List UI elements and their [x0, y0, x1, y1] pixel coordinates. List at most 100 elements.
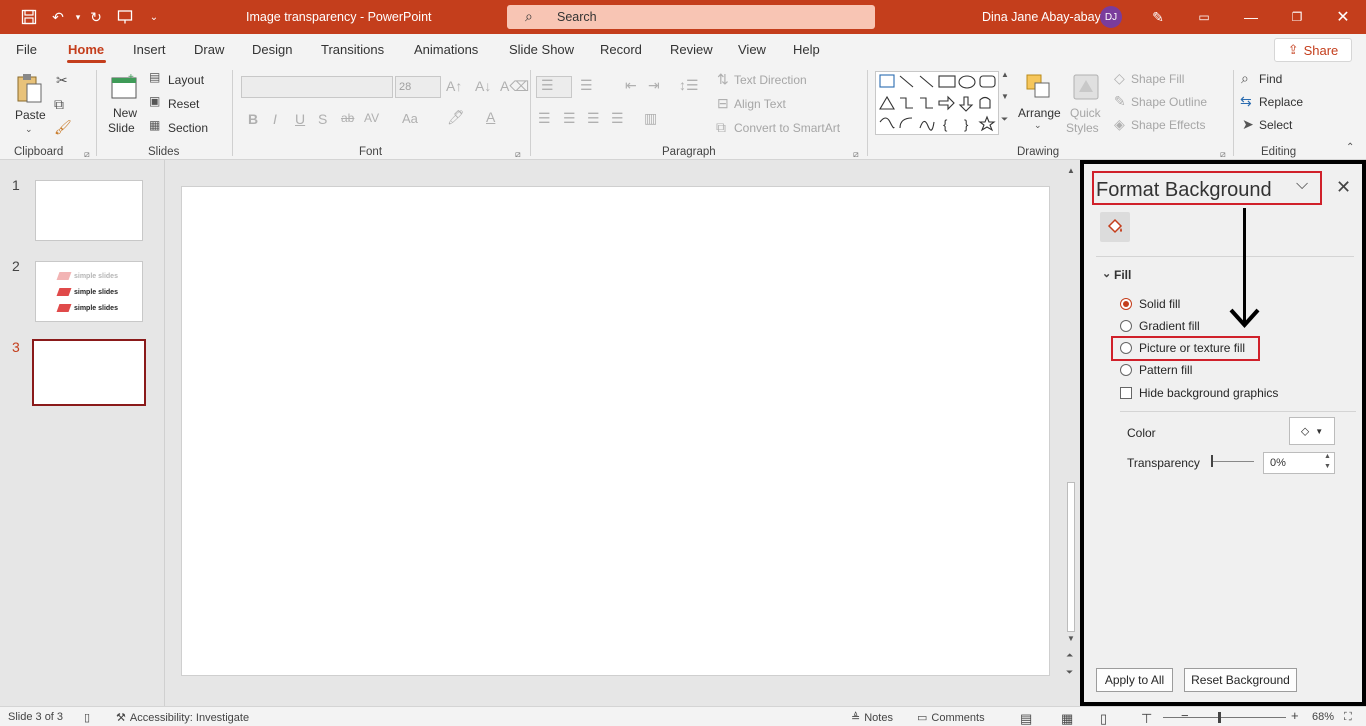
font-size-combo[interactable]: 28: [395, 76, 441, 98]
font-color-icon[interactable]: A: [486, 109, 495, 125]
notes-button[interactable]: ≜ Notes: [851, 711, 893, 725]
line-spacing-icon[interactable]: ↕☰: [679, 77, 699, 94]
fill-bucket-icon[interactable]: [1100, 212, 1130, 242]
fill-section-header[interactable]: ⌄ Fill: [1102, 268, 1131, 282]
slide-canvas[interactable]: [181, 186, 1050, 676]
reading-view-icon[interactable]: ▯: [1100, 711, 1107, 726]
italic-icon[interactable]: I: [273, 111, 277, 127]
shape-outline-button[interactable]: Shape Outline: [1131, 95, 1207, 109]
apply-to-all-button[interactable]: Apply to All: [1096, 668, 1173, 692]
tab-draw[interactable]: Draw: [194, 42, 224, 57]
spin-down-icon[interactable]: ▼: [1324, 463, 1331, 470]
spellcheck-icon[interactable]: ▯: [84, 711, 90, 724]
pen-icon[interactable]: ✎: [1148, 7, 1168, 27]
align-right-icon[interactable]: ☰: [587, 110, 600, 127]
underline-icon[interactable]: U: [295, 111, 305, 127]
restore-icon[interactable]: ❐: [1274, 0, 1320, 34]
share-button[interactable]: ⇪ Share: [1274, 38, 1352, 62]
tab-review[interactable]: Review: [670, 42, 713, 57]
clear-format-icon[interactable]: A⌫: [500, 78, 529, 95]
increase-indent-icon[interactable]: ⇥: [648, 77, 660, 94]
font-launcher-icon[interactable]: ⧄: [515, 149, 521, 160]
color-picker-button[interactable]: ⬦ ▼: [1289, 417, 1335, 445]
layout-button[interactable]: Layout: [168, 73, 204, 87]
scroll-down-icon[interactable]: ▼: [1067, 634, 1075, 643]
slide-thumbnail-3[interactable]: [32, 339, 146, 406]
pane-divider[interactable]: [164, 160, 165, 706]
gallery-down-icon[interactable]: ▼: [1001, 92, 1009, 101]
tab-design[interactable]: Design: [252, 42, 292, 57]
pane-title[interactable]: Format Background: [1096, 179, 1272, 202]
text-direction-button[interactable]: Text Direction: [734, 73, 807, 87]
save-icon[interactable]: [19, 7, 39, 27]
cut-icon[interactable]: ✂: [56, 72, 68, 89]
search-box[interactable]: ⌕ Search: [507, 5, 875, 29]
close-icon[interactable]: ✕: [1320, 0, 1366, 34]
minimize-icon[interactable]: —: [1228, 0, 1274, 34]
tab-insert[interactable]: Insert: [133, 42, 166, 57]
align-center-icon[interactable]: ☰: [563, 110, 576, 127]
highlight-icon[interactable]: 🖊: [447, 109, 465, 126]
decrease-indent-icon[interactable]: ⇤: [625, 77, 637, 94]
present-icon[interactable]: [115, 7, 135, 27]
hide-background-graphics-option[interactable]: Hide background graphics: [1120, 386, 1278, 400]
select-button[interactable]: Select: [1259, 118, 1292, 132]
clipboard-launcher-icon[interactable]: ⧄: [84, 149, 90, 160]
comments-button[interactable]: ▭ Comments: [917, 711, 985, 725]
gradient-fill-option[interactable]: Gradient fill: [1120, 319, 1200, 333]
replace-button[interactable]: Replace: [1259, 95, 1303, 109]
paragraph-launcher-icon[interactable]: ⧄: [853, 149, 859, 160]
reset-button[interactable]: Reset: [168, 97, 199, 111]
customize-toolbar-icon[interactable]: ⌄: [144, 7, 164, 27]
undo-dropdown-icon[interactable]: ▾: [68, 7, 88, 27]
slide-thumbnail-2[interactable]: simple slides simple slides simple slide…: [35, 261, 143, 322]
gallery-more-icon[interactable]: ⏷: [1001, 114, 1008, 125]
zoom-level[interactable]: 68%: [1312, 711, 1334, 723]
close-icon[interactable]: ✕: [1336, 177, 1351, 198]
shadow-icon[interactable]: S: [318, 111, 327, 127]
change-case-icon[interactable]: Aa: [402, 111, 418, 126]
shapes-gallery[interactable]: {}: [875, 71, 999, 135]
shape-fill-button[interactable]: Shape Fill: [1131, 72, 1184, 86]
slide-sorter-icon[interactable]: ▦: [1061, 711, 1073, 726]
justify-icon[interactable]: ☰: [611, 110, 624, 127]
tab-file[interactable]: File: [16, 42, 37, 57]
find-button[interactable]: Find: [1259, 72, 1282, 86]
normal-view-icon[interactable]: ▤: [1020, 711, 1032, 726]
tab-home[interactable]: Home: [68, 42, 104, 57]
undo-icon[interactable]: ↶: [48, 7, 68, 27]
pattern-fill-option[interactable]: Pattern fill: [1120, 363, 1192, 377]
accessibility-status[interactable]: ⚒ Accessibility: Investigate: [116, 711, 249, 725]
tab-transitions[interactable]: Transitions: [321, 42, 384, 57]
quick-styles-button[interactable]: Quick Styles: [1066, 70, 1106, 142]
columns-icon[interactable]: ▥: [644, 110, 657, 127]
zoom-in-icon[interactable]: +: [1291, 708, 1299, 723]
collapse-ribbon-icon[interactable]: ⌃: [1346, 142, 1354, 153]
scroll-up-icon[interactable]: ▲: [1067, 166, 1075, 175]
slide-thumbnail-1[interactable]: [35, 180, 143, 241]
radio-button[interactable]: [1120, 364, 1132, 376]
reset-background-button[interactable]: Reset Background: [1184, 668, 1297, 692]
next-slide-icon[interactable]: ⏷: [1066, 667, 1073, 678]
avatar[interactable]: DJ: [1100, 6, 1122, 28]
tab-view[interactable]: View: [738, 42, 766, 57]
section-button[interactable]: Section: [168, 121, 208, 135]
bold-icon[interactable]: B: [248, 111, 258, 127]
convert-smartart-button[interactable]: Convert to SmartArt: [734, 121, 840, 135]
strikethrough-icon[interactable]: ab: [341, 111, 354, 125]
zoom-out-icon[interactable]: −: [1181, 708, 1189, 723]
numbering-icon[interactable]: ☰: [580, 77, 593, 94]
vertical-scrollbar[interactable]: ▲ ▼: [1064, 164, 1078, 648]
shrink-font-icon[interactable]: A↓: [475, 78, 491, 94]
chevron-down-icon[interactable]: ⌵: [1296, 176, 1308, 194]
new-slide-button[interactable]: + New Slide: [104, 70, 146, 142]
ribbon-display-icon[interactable]: ▭: [1194, 7, 1214, 27]
tab-help[interactable]: Help: [793, 42, 820, 57]
drawing-launcher-icon[interactable]: ⧄: [1220, 149, 1226, 160]
transparency-slider[interactable]: [1212, 461, 1254, 462]
spin-up-icon[interactable]: ▲: [1324, 453, 1331, 460]
gallery-up-icon[interactable]: ▲: [1001, 70, 1009, 79]
checkbox[interactable]: [1120, 387, 1132, 399]
align-text-button[interactable]: Align Text: [734, 97, 786, 111]
zoom-slider-thumb[interactable]: [1218, 712, 1221, 723]
